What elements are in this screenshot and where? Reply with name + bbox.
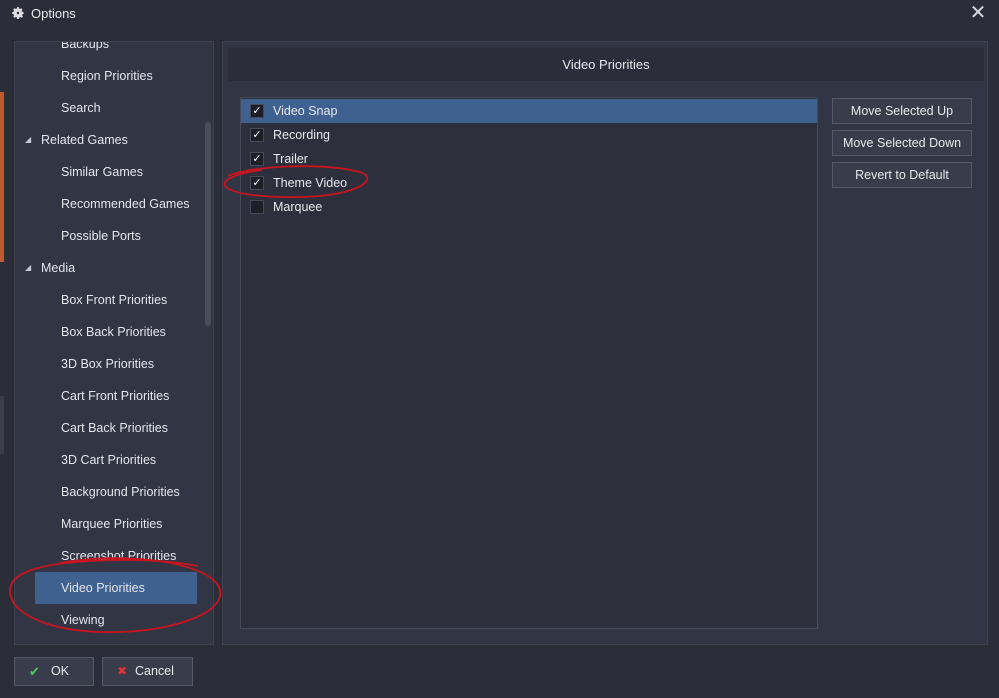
move-selected-down-button[interactable]: Move Selected Down [832,130,972,156]
sidebar-item-marquee-priorities[interactable]: Marquee Priorities [15,508,205,540]
expanded-arrow-icon[interactable]: ◢ [25,124,31,156]
sidebar-item-label: Marquee Priorities [61,517,163,531]
sidebar-item-possible-ports[interactable]: Possible Ports [15,220,205,252]
sidebar-item-box-front-priorities[interactable]: Box Front Priorities [15,284,205,316]
list-item-theme-video[interactable]: ✓ Theme Video [241,171,817,195]
sidebar-item-viewing[interactable]: Viewing [15,604,205,636]
sidebar-item-screenshot-priorities[interactable]: Screenshot Priorities [15,540,205,572]
background-window-edge [0,92,4,262]
sidebar-item-label: 3D Cart Priorities [61,453,157,467]
sidebar-scrollbar[interactable] [205,122,211,326]
sidebar-item-label: Box Back Priorities [61,325,166,339]
sidebar-item-region-priorities[interactable]: Region Priorities [15,60,205,92]
page-title: Video Priorities [228,48,984,81]
sidebar-item-video-priorities[interactable]: Video Priorities [35,572,197,604]
sidebar-item-label: Cart Back Priorities [61,421,168,435]
sidebar-item-label: Possible Ports [61,229,141,243]
sidebar-item-backups[interactable]: Backups [15,41,205,60]
cancel-button[interactable]: ✖ Cancel [102,657,193,686]
checkmark-icon: ✔ [29,664,40,679]
sidebar-item-search[interactable]: Search [15,92,205,124]
list-item-recording[interactable]: ✓ Recording [241,123,817,147]
sidebar-item-similar-games[interactable]: Similar Games [15,156,205,188]
sidebar-item-label: 3D Box Priorities [61,357,155,371]
sidebar-item-3d-box-priorities[interactable]: 3D Box Priorities [15,348,205,380]
sidebar-item-label: Screenshot Priorities [61,549,177,563]
sidebar-item-label: Background Priorities [61,485,180,499]
checkbox-trailer[interactable]: ✓ [250,152,264,166]
sidebar-item-label: Similar Games [61,165,143,179]
list-item-marquee[interactable]: Marquee [241,195,817,219]
checkbox-marquee[interactable] [250,200,264,214]
sidebar-item-box-back-priorities[interactable]: Box Back Priorities [15,316,205,348]
sidebar-item-label: Search [61,101,101,115]
sidebar-item-label: Backups [61,41,109,51]
options-sidebar: Backups Region Priorities Search ◢ Relat… [14,41,214,645]
move-selected-up-button[interactable]: Move Selected Up [832,98,972,124]
sidebar-item-label: Viewing [61,613,105,627]
checkbox-recording[interactable]: ✓ [250,128,264,142]
revert-to-default-button[interactable]: Revert to Default [832,162,972,188]
close-icon: ✕ [969,2,987,24]
list-item-video-snap[interactable]: ✓ Video Snap [241,99,817,123]
sidebar-item-background-priorities[interactable]: Background Priorities [15,476,205,508]
title-bar: Options ✕ [0,0,999,28]
window-title: Options [31,6,76,21]
sidebar-item-label: Box Front Priorities [61,293,168,307]
sidebar-item-recommended-games[interactable]: Recommended Games [15,188,205,220]
list-item-label: Trailer [273,152,308,166]
sidebar-item-cart-back-priorities[interactable]: Cart Back Priorities [15,412,205,444]
video-priority-list[interactable]: ✓ Video Snap ✓ Recording ✓ Trailer ✓ The… [240,97,818,629]
sidebar-item-cart-front-priorities[interactable]: Cart Front Priorities [15,380,205,412]
gear-icon [12,7,24,19]
sidebar-item-label: Region Priorities [61,69,153,83]
sidebar-group-related-games[interactable]: ◢ Related Games [15,124,205,156]
sidebar-item-label: Cart Front Priorities [61,389,170,403]
content-panel: Video Priorities ✓ Video Snap ✓ Recordin… [222,41,988,645]
expanded-arrow-icon[interactable]: ◢ [25,252,31,284]
checkbox-theme-video[interactable]: ✓ [250,176,264,190]
list-item-label: Video Snap [273,104,338,118]
close-button[interactable]: ✕ [966,3,990,25]
checkbox-video-snap[interactable]: ✓ [250,104,264,118]
ok-button[interactable]: ✔ OK [14,657,94,686]
cancel-icon: ✖ [117,664,128,678]
sidebar-item-3d-cart-priorities[interactable]: 3D Cart Priorities [15,444,205,476]
cancel-button-label: Cancel [135,664,174,678]
background-window-edge [0,396,4,454]
sidebar-item-label: Video Priorities [61,581,145,595]
sidebar-item-label: Media [41,261,76,275]
ok-button-label: OK [51,664,70,678]
sidebar-item-label: Related Games [41,133,128,147]
list-item-label: Theme Video [273,176,348,190]
list-item-trailer[interactable]: ✓ Trailer [241,147,817,171]
sidebar-item-label: Recommended Games [61,197,190,211]
sidebar-group-media[interactable]: ◢ Media [15,252,205,284]
list-item-label: Recording [273,128,330,142]
list-item-label: Marquee [273,200,323,214]
